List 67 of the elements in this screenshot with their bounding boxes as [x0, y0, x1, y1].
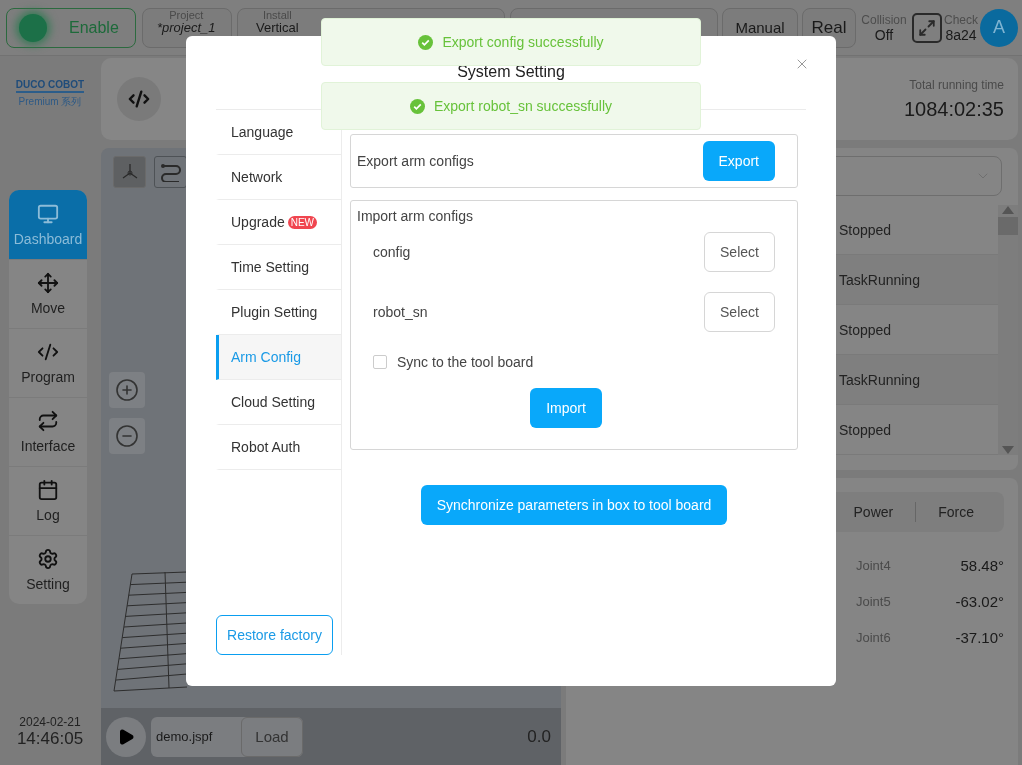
monitor-icon — [37, 202, 59, 225]
import-title: Import arm configs — [357, 208, 474, 224]
import-button[interactable]: Import — [530, 388, 602, 428]
checkbox-label: Sync to the tool board — [397, 354, 534, 370]
new-badge: NEW — [287, 215, 318, 229]
sync-checkbox[interactable] — [373, 355, 387, 369]
time-text: 14:46:05 — [16, 729, 84, 749]
path-view-button[interactable] — [154, 156, 187, 188]
scroll-up-icon[interactable] — [1001, 205, 1015, 215]
nav-item[interactable]: Move — [9, 259, 87, 328]
zoom-in-icon — [115, 378, 139, 402]
nav-item[interactable]: Setting — [9, 535, 87, 604]
nav-item[interactable]: Program — [9, 328, 87, 397]
code-icon — [128, 88, 150, 110]
repeat-icon — [37, 410, 59, 432]
fullscreen-button[interactable] — [912, 12, 942, 43]
dialog-title: System Setting — [457, 64, 565, 80]
play-icon — [117, 727, 135, 746]
restore-factory-button[interactable]: Restore factory — [216, 615, 333, 655]
scroll-thumb[interactable] — [998, 217, 1018, 235]
scroll-down-icon[interactable] — [1001, 445, 1015, 455]
export-button[interactable]: Export — [702, 141, 775, 181]
file-label: config — [373, 244, 411, 260]
move-icon — [37, 272, 59, 294]
joint-name: Joint5 — [856, 593, 891, 609]
path-icon — [159, 162, 182, 182]
zoom-out-button[interactable] — [109, 418, 145, 454]
file-label: robot_sn — [373, 304, 428, 320]
joint-value: -63.02° — [955, 592, 1004, 610]
nav-item[interactable]: Dashboard — [9, 190, 87, 259]
play-button[interactable] — [106, 716, 146, 757]
collision-value: Off — [874, 26, 894, 43]
joint-value: -37.10° — [955, 628, 1004, 646]
joint-value: 58.48° — [960, 556, 1004, 574]
sync-parameters-button[interactable]: Synchronize parameters in box to tool board — [420, 485, 728, 525]
nav-item[interactable]: Log — [9, 466, 87, 535]
toast-text: Export robot_sn successfully — [433, 98, 613, 114]
joint-name: Joint4 — [856, 557, 891, 573]
success-icon — [409, 98, 425, 114]
program-file-field[interactable]: demo.jspf Load — [151, 716, 303, 757]
select-button[interactable]: Select — [704, 232, 775, 272]
nav-item[interactable]: Interface — [9, 397, 87, 466]
expand-icon — [918, 18, 936, 37]
check-value: 8a24 — [945, 26, 977, 43]
success-icon — [418, 34, 434, 50]
axes-view-button[interactable] — [113, 156, 146, 188]
load-button[interactable]: Load — [241, 716, 303, 757]
code-button[interactable] — [117, 77, 161, 121]
settings-icon — [37, 548, 59, 570]
logo-subtitle: Premium 系列 — [18, 95, 82, 108]
code-icon — [37, 341, 59, 363]
tab[interactable]: Force — [916, 504, 996, 520]
date-text: 2024-02-21 — [19, 715, 81, 729]
select-button[interactable]: Select — [704, 292, 775, 332]
settings-menu-item[interactable]: Arm Config — [216, 335, 341, 380]
running-time-label: Total running time — [909, 77, 1004, 92]
running-time-value: 1084:02:35 — [903, 97, 1004, 121]
calendar-icon — [37, 479, 59, 501]
toast-text: Export config successfully — [442, 34, 604, 50]
export-label: Export arm configs — [357, 153, 474, 169]
zoom-in-button[interactable] — [109, 372, 145, 408]
joint-name: Joint6 — [856, 629, 891, 645]
tab[interactable]: Power — [831, 504, 916, 520]
speed-value: 0.0 — [527, 726, 551, 747]
zoom-out-icon — [115, 424, 139, 448]
user-avatar[interactable]: A — [980, 8, 1018, 47]
logo-name: DUCO COBOT — [15, 78, 85, 93]
